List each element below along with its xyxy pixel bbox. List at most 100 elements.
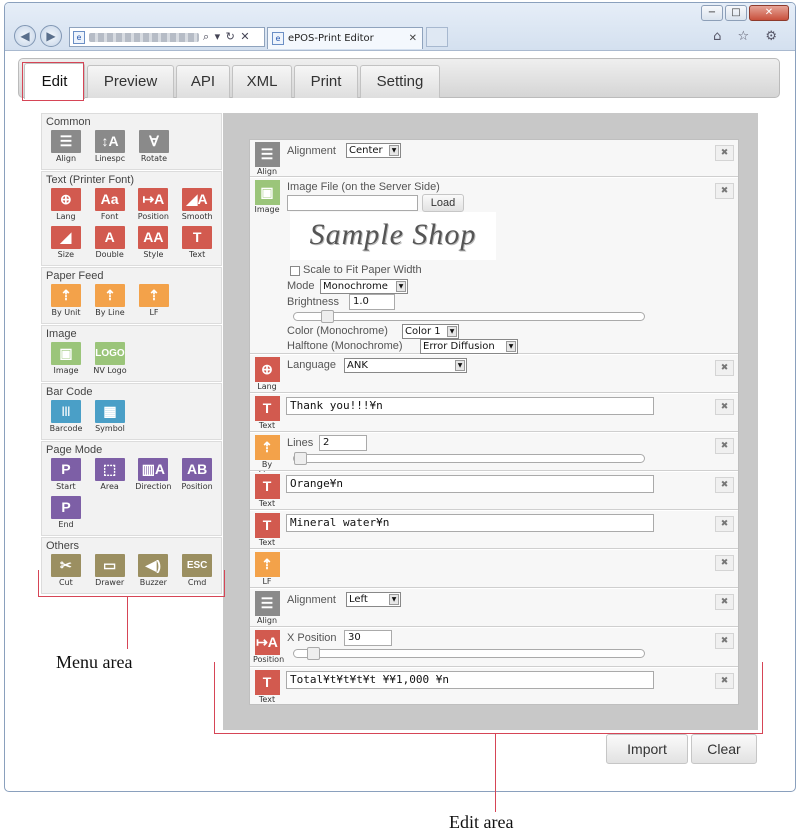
command-row-text[interactable]: T Text Orange¥n ✖: [250, 472, 738, 510]
remove-icon[interactable]: ✖: [715, 516, 734, 532]
command-row-lang[interactable]: ⊕ Lang Language ANK ▼ ✖: [250, 355, 738, 393]
scale-checkbox[interactable]: [290, 266, 300, 276]
menu-item-lf[interactable]: ⇡ LF: [133, 283, 175, 321]
menu-item-by-line[interactable]: ⇡ By Line: [89, 283, 131, 321]
lines-label: Lines: [287, 437, 314, 449]
menu-item-rotate[interactable]: ∀ Rotate: [133, 129, 175, 167]
brightness-label: Brightness: [287, 296, 339, 308]
brightness-slider-thumb[interactable]: [321, 310, 334, 323]
remove-icon[interactable]: ✖: [715, 360, 734, 376]
back-button[interactable]: ◀: [14, 25, 36, 47]
menu-item-nv-logo[interactable]: LOGO NV Logo: [89, 341, 131, 379]
remove-icon[interactable]: ✖: [715, 145, 734, 161]
menu-item-lang[interactable]: ⊕ Lang: [45, 187, 87, 225]
remove-icon[interactable]: ✖: [715, 477, 734, 493]
alignment-select[interactable]: Center ▼: [346, 143, 401, 158]
tab-xml[interactable]: XML: [232, 65, 292, 98]
address-tools[interactable]: ⌕ ▾ ↻ ✕: [203, 30, 251, 44]
maximize-button[interactable]: □: [725, 5, 747, 21]
menu-item-position[interactable]: AB Position: [176, 457, 218, 495]
remove-icon[interactable]: ✖: [715, 399, 734, 415]
command-row-align[interactable]: ☰ Align Alignment Center ▼ ✖: [250, 140, 738, 177]
lines-input[interactable]: 2: [319, 435, 367, 451]
menu-item-style[interactable]: AA Style: [133, 225, 175, 263]
lines-slider[interactable]: [293, 452, 645, 465]
text-input[interactable]: Mineral water¥n: [286, 514, 654, 532]
menu-item-label: By Unit: [51, 308, 81, 317]
remove-icon[interactable]: ✖: [715, 555, 734, 571]
remove-icon[interactable]: ✖: [715, 438, 734, 454]
font-icon: Aa: [94, 188, 125, 211]
command-row-by-line[interactable]: ⇡By Line Lines 2 ✖: [250, 433, 738, 479]
remove-icon[interactable]: ✖: [715, 183, 734, 199]
x-position-input[interactable]: 30: [344, 630, 392, 646]
menu-item-smooth[interactable]: ◢A Smooth: [176, 187, 218, 225]
close-window-button[interactable]: ✕: [749, 5, 789, 21]
menu-item-align[interactable]: ☰ Align: [45, 129, 87, 167]
lang-icon: ⊕: [50, 188, 81, 211]
menu-item-label: Direction: [135, 482, 172, 491]
menu-row: ⊕ Lang Aa Font ↦A Position ◢A Smooth: [45, 187, 218, 225]
halftone-select[interactable]: Error Diffusion ▼: [420, 339, 518, 354]
command-row-text[interactable]: T Text Mineral water¥n ✖: [250, 511, 738, 549]
forward-button[interactable]: ▶: [40, 25, 62, 47]
menu-item-label: Smooth: [181, 212, 213, 221]
image-file-input[interactable]: [287, 195, 418, 211]
scale-label: Scale to Fit Paper Width: [303, 264, 422, 276]
menu-item-image[interactable]: ▣ Image: [45, 341, 87, 379]
alignment-select[interactable]: Left ▼: [346, 592, 401, 607]
menu-item-by-unit[interactable]: ⇡ By Unit: [45, 283, 87, 321]
tab-print[interactable]: Print: [294, 65, 358, 98]
alignment-label: Alignment: [287, 145, 336, 157]
mode-select[interactable]: Monochrome ▼: [320, 279, 408, 294]
menu-item-symbol[interactable]: ▦ Symbol: [89, 399, 131, 437]
text-input[interactable]: Thank you!!!¥n: [286, 397, 654, 415]
menu-item-double[interactable]: A Double: [89, 225, 131, 263]
x-position-slider[interactable]: [293, 647, 645, 660]
remove-icon[interactable]: ✖: [715, 633, 734, 649]
x-position-slider-thumb[interactable]: [307, 647, 320, 660]
tab-edit[interactable]: Edit: [24, 63, 85, 99]
menu-row: ◢ Size A Double AA Style T Text: [45, 225, 218, 263]
menu-section-title: Common: [46, 116, 91, 128]
menu-item-size[interactable]: ◢ Size: [45, 225, 87, 263]
tab-preview[interactable]: Preview: [87, 65, 174, 98]
browser-toolbar-icons[interactable]: ⌂ ☆ ⚙: [713, 29, 783, 44]
command-row-lf[interactable]: ⇡ LF ✖: [250, 550, 738, 588]
brightness-slider[interactable]: [293, 310, 645, 323]
remove-icon[interactable]: ✖: [715, 594, 734, 610]
menu-item-direction[interactable]: ▥A Direction: [133, 457, 175, 495]
load-button[interactable]: Load: [422, 194, 464, 212]
address-bar[interactable]: e ⌕ ▾ ↻ ✕: [69, 27, 265, 47]
command-row-image[interactable]: ▣ Image Image File (on the Server Side) L…: [250, 178, 738, 354]
color-select[interactable]: Color 1 ▼: [402, 324, 459, 339]
menu-row: P End: [45, 495, 218, 533]
menu-item-text[interactable]: T Text: [176, 225, 218, 263]
browser-tab[interactable]: e ePOS-Print Editor ✕: [267, 27, 423, 49]
command-row-text[interactable]: T Text Thank you!!!¥n ✖: [250, 394, 738, 432]
menu-item-font[interactable]: Aa Font: [89, 187, 131, 225]
lines-slider-thumb[interactable]: [294, 452, 307, 465]
import-button[interactable]: Import: [606, 734, 688, 764]
command-row-align[interactable]: ☰ Align Alignment Left ▼ ✖: [250, 589, 738, 627]
language-select[interactable]: ANK ▼: [344, 358, 467, 373]
clear-button[interactable]: Clear: [691, 734, 757, 764]
tab-api[interactable]: API: [176, 65, 230, 98]
edit-area: ☰ Align Alignment Center ▼ ✖ ▣ Image Image …: [223, 113, 758, 730]
menu-item-barcode[interactable]: ||| Barcode: [45, 399, 87, 437]
direction-icon: ▥A: [138, 458, 169, 481]
menu-item-end[interactable]: P End: [45, 495, 87, 533]
menu-item-start[interactable]: P Start: [45, 457, 87, 495]
new-tab-button[interactable]: [426, 27, 448, 47]
menu-item-position[interactable]: ↦A Position: [133, 187, 175, 225]
minimize-button[interactable]: −: [701, 5, 723, 21]
brightness-input[interactable]: 1.0: [349, 294, 395, 310]
menu-item-label: Barcode: [49, 424, 83, 433]
menu-item-area[interactable]: ⬚ Area: [89, 457, 131, 495]
menu-item-label: End: [58, 520, 74, 529]
menu-item-linespc[interactable]: ↕A Linespc: [89, 129, 131, 167]
menu-item-label: Size: [57, 250, 75, 259]
text-input[interactable]: Orange¥n: [286, 475, 654, 493]
tab-setting[interactable]: Setting: [360, 65, 440, 98]
tab-close-icon[interactable]: ✕: [409, 33, 417, 44]
